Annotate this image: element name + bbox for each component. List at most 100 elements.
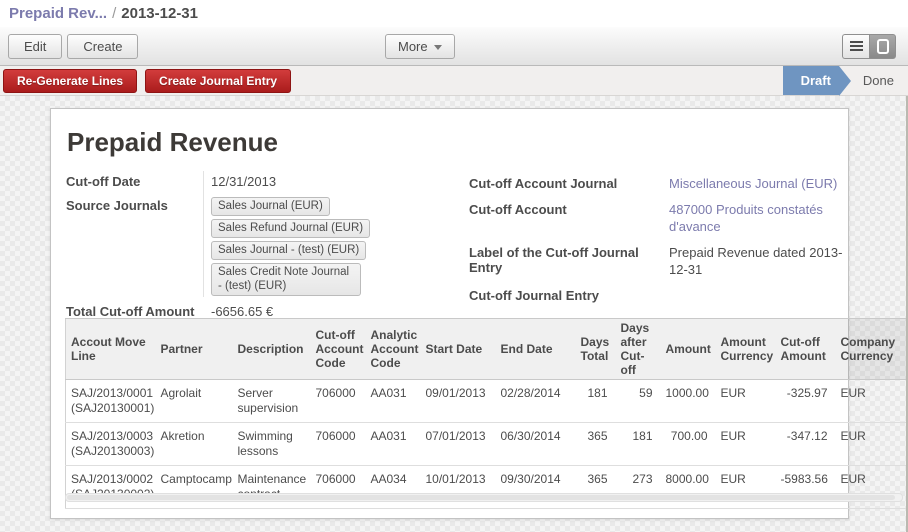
cell-end-date[interactable]: 06/30/2014 xyxy=(496,423,576,466)
cell-analytic-account-code[interactable]: AA031 xyxy=(366,423,421,466)
source-journals-value: Sales Journal (EUR) Sales Refund Journal… xyxy=(204,197,474,296)
cutoff-date-value: 12/31/2013 xyxy=(204,173,474,190)
journal-tag[interactable]: Sales Refund Journal (EUR) xyxy=(211,219,370,238)
cell-amount-currency[interactable]: EUR xyxy=(716,423,776,466)
journal-tag[interactable]: Sales Credit Note Journal - (test) (EUR) xyxy=(211,263,361,296)
field-group-left: Cut-off Date 12/31/2013 Source Journals … xyxy=(66,173,474,320)
cell-start-date[interactable]: 07/01/2013 xyxy=(421,423,496,466)
odoo-window: Prepaid Rev... / 2013-12-31 Edit Create … xyxy=(0,0,908,532)
workflow-statusbar: Draft Done xyxy=(783,66,908,95)
cell-company-currency[interactable]: EUR xyxy=(836,423,906,466)
col-description[interactable]: Description xyxy=(233,319,311,380)
chevron-down-icon xyxy=(434,45,442,50)
cutoff-lines-table: Accout Move Line Partner Description Cut… xyxy=(65,318,906,509)
action-bar: Re-Generate Lines Create Journal Entry D… xyxy=(0,66,908,96)
cutoff-account-journal-link[interactable]: Miscellaneous Journal (EUR) xyxy=(669,175,845,192)
cell-amount[interactable]: 700.00 xyxy=(661,423,716,466)
col-account-move-line[interactable]: Accout Move Line xyxy=(66,319,156,380)
regenerate-lines-button[interactable]: Re-Generate Lines xyxy=(3,69,137,93)
col-end-date[interactable]: End Date xyxy=(496,319,576,380)
cell-analytic-account-code[interactable]: AA031 xyxy=(366,380,421,423)
cutoff-date-label: Cut-off Date xyxy=(66,173,204,190)
cell-cutoff-amount[interactable]: -325.97 xyxy=(776,380,836,423)
view-switcher xyxy=(842,34,896,59)
cell-cutoff-account-code[interactable]: 706000 xyxy=(311,423,366,466)
table-header-row: Accout Move Line Partner Description Cut… xyxy=(66,319,906,380)
cell-amount-currency[interactable]: EUR xyxy=(716,380,776,423)
cell-cutoff-account-code[interactable]: 706000 xyxy=(311,466,366,509)
status-step-draft[interactable]: Draft xyxy=(783,66,839,95)
cell-days-after-cutoff[interactable]: 59 xyxy=(616,380,661,423)
create-journal-entry-button[interactable]: Create Journal Entry xyxy=(145,69,291,93)
cell-start-date[interactable]: 09/01/2013 xyxy=(421,380,496,423)
cell-analytic-account-code[interactable]: AA034 xyxy=(366,466,421,509)
main-content: Prepaid Revenue Cut-off Date 12/31/2013 … xyxy=(0,96,908,532)
col-cutoff-amount[interactable]: Cut-off Amount xyxy=(776,319,836,380)
cell-partner[interactable]: Akretion xyxy=(156,423,233,466)
cell-description[interactable]: Server supervision xyxy=(233,380,311,423)
horizontal-scrollbar[interactable] xyxy=(65,493,903,502)
cell-amount[interactable]: 1000.00 xyxy=(661,380,716,423)
form-icon xyxy=(877,39,889,54)
breadcrumb-current: 2013-12-31 xyxy=(121,5,198,22)
cell-amount[interactable]: 8000.00 xyxy=(661,466,716,509)
list-view-button[interactable] xyxy=(842,34,869,59)
col-analytic-account-code[interactable]: Analytic Account Code xyxy=(366,319,421,380)
cell-days-after-cutoff[interactable]: 273 xyxy=(616,466,661,509)
cell-partner[interactable]: Agrolait xyxy=(156,380,233,423)
col-amount[interactable]: Amount xyxy=(661,319,716,380)
source-journals-tags: Sales Journal (EUR) Sales Refund Journal… xyxy=(211,197,463,296)
more-label: More xyxy=(398,39,428,54)
cell-days-total[interactable]: 181 xyxy=(576,380,616,423)
cell-description[interactable]: Swimming lessons xyxy=(233,423,311,466)
breadcrumb: Prepaid Rev... / 2013-12-31 xyxy=(0,0,908,27)
form-view-button-active[interactable] xyxy=(869,34,896,59)
cell-amount-currency[interactable]: EUR xyxy=(716,466,776,509)
cutoff-account-link[interactable]: 487000 Produits constatés d'avance xyxy=(669,201,845,235)
journal-tag[interactable]: Sales Journal (EUR) xyxy=(211,197,330,216)
label-of-cutoff-journal-entry-label: Label of the Cut-off Journal Entry xyxy=(469,244,669,278)
cell-cutoff-amount[interactable]: -5983.56 xyxy=(776,466,836,509)
cell-days-after-cutoff[interactable]: 181 xyxy=(616,423,661,466)
cell-description[interactable]: Maintenance contract xyxy=(233,466,311,509)
create-button[interactable]: Create xyxy=(67,34,138,59)
edit-button[interactable]: Edit xyxy=(8,34,62,59)
col-days-total[interactable]: Days Total xyxy=(576,319,616,380)
status-step-done[interactable]: Done xyxy=(853,66,908,95)
col-start-date[interactable]: Start Date xyxy=(421,319,496,380)
table-row[interactable]: SAJ/2013/0003 (SAJ20130003) Akretion Swi… xyxy=(66,423,906,466)
cell-move-line[interactable]: SAJ/2013/0003 (SAJ20130003) xyxy=(66,423,156,466)
breadcrumb-parent-link[interactable]: Prepaid Rev... xyxy=(9,5,107,22)
cell-move-line[interactable]: SAJ/2013/0001 (SAJ20130001) xyxy=(66,380,156,423)
table-row[interactable]: SAJ/2013/0002 (SAJ20130002) Camptocamp M… xyxy=(66,466,906,509)
cell-end-date[interactable]: 02/28/2014 xyxy=(496,380,576,423)
cell-days-total[interactable]: 365 xyxy=(576,423,616,466)
journal-tag[interactable]: Sales Journal - (test) (EUR) xyxy=(211,241,366,260)
col-company-currency[interactable]: Company Currency xyxy=(836,319,906,380)
col-days-after-cutoff[interactable]: Days after Cut-off xyxy=(616,319,661,380)
col-partner[interactable]: Partner xyxy=(156,319,233,380)
label-of-cutoff-journal-entry-value: Prepaid Revenue dated 2013-12-31 xyxy=(669,244,845,278)
list-icon xyxy=(850,41,863,51)
cutoff-account-journal-label: Cut-off Account Journal xyxy=(469,175,669,192)
toolbar: Edit Create More xyxy=(0,27,908,66)
page-title: Prepaid Revenue xyxy=(67,127,848,158)
cell-cutoff-account-code[interactable]: 706000 xyxy=(311,380,366,423)
scrollbar-thumb[interactable] xyxy=(67,495,895,500)
cell-cutoff-amount[interactable]: -347.12 xyxy=(776,423,836,466)
cell-start-date[interactable]: 10/01/2013 xyxy=(421,466,496,509)
cell-company-currency[interactable]: EUR xyxy=(836,380,906,423)
cutoff-journal-entry-value xyxy=(669,287,845,303)
more-dropdown-button[interactable]: More xyxy=(385,34,455,59)
table-row[interactable]: SAJ/2013/0001 (SAJ20130001) Agrolait Ser… xyxy=(66,380,906,423)
cell-days-total[interactable]: 365 xyxy=(576,466,616,509)
col-cutoff-account-code[interactable]: Cut-off Account Code xyxy=(311,319,366,380)
field-group-right: Cut-off Account Journal Miscellaneous Jo… xyxy=(469,175,845,303)
source-journals-label: Source Journals xyxy=(66,197,204,296)
cell-end-date[interactable]: 09/30/2014 xyxy=(496,466,576,509)
col-amount-currency[interactable]: Amount Currency xyxy=(716,319,776,380)
cell-partner[interactable]: Camptocamp xyxy=(156,466,233,509)
cutoff-account-label: Cut-off Account xyxy=(469,201,669,235)
cell-move-line[interactable]: SAJ/2013/0002 (SAJ20130002) xyxy=(66,466,156,509)
cell-company-currency[interactable]: EUR xyxy=(836,466,906,509)
